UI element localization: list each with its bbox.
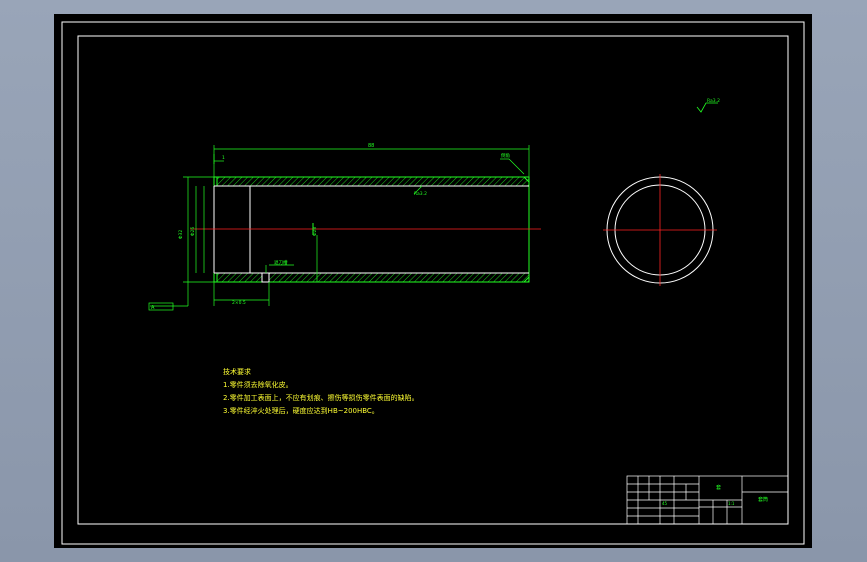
dim-diameter-center: Φ28 xyxy=(312,227,318,236)
chamfer-label: 倒角 xyxy=(501,152,510,159)
roughness-symbol: Ra3.2 xyxy=(696,98,720,113)
dim-overall-length: 88 xyxy=(368,143,374,149)
groove xyxy=(261,272,270,283)
roughness-label: Ra3.2 xyxy=(707,98,720,104)
dim-diameter-outer: Φ32 xyxy=(178,230,184,239)
outer-frame xyxy=(61,21,805,545)
sleeve-outline xyxy=(213,176,530,283)
end-view xyxy=(603,174,717,286)
dim-diameter-inner: Φ26 xyxy=(190,227,196,236)
sleeve-section-view xyxy=(190,176,541,283)
title-drawing-no: 套筒 xyxy=(758,496,768,503)
title-part-name: 套 xyxy=(716,484,721,491)
tech-item-3: 3.零件经淬火处理后，硬度应达到HB~200HBC。 xyxy=(223,406,379,415)
tech-item-2: 2.零件加工表面上，不应有划痕、擦伤等损伤零件表面的缺陷。 xyxy=(223,393,419,402)
tech-item-1: 1.零件须去除氧化皮。 xyxy=(223,380,293,389)
title-scale: 1:1 xyxy=(728,501,735,506)
top-wall-hatch xyxy=(216,176,530,187)
drawing-sheet: 88 Φ32 Φ26 Φ28 倒角 Ra3.2 退刀槽 1 2×0.5 A Ra… xyxy=(54,14,812,548)
small-dim: 1 xyxy=(222,155,225,161)
bottom-dim: 2×0.5 xyxy=(232,300,246,306)
tech-title: 技术要求 xyxy=(223,367,251,376)
title-material: 45 xyxy=(662,501,668,506)
bore-roughness: Ra3.2 xyxy=(414,191,427,197)
datum-label: A xyxy=(151,305,155,311)
tech-requirements: 技术要求 1.零件须去除氧化皮。 2.零件加工表面上，不应有划痕、擦伤等损伤零件… xyxy=(223,367,419,415)
groove-label: 退刀槽 xyxy=(274,259,288,266)
cad-drawing: 88 Φ32 Φ26 Φ28 倒角 Ra3.2 退刀槽 1 2×0.5 A Ra… xyxy=(61,21,805,545)
